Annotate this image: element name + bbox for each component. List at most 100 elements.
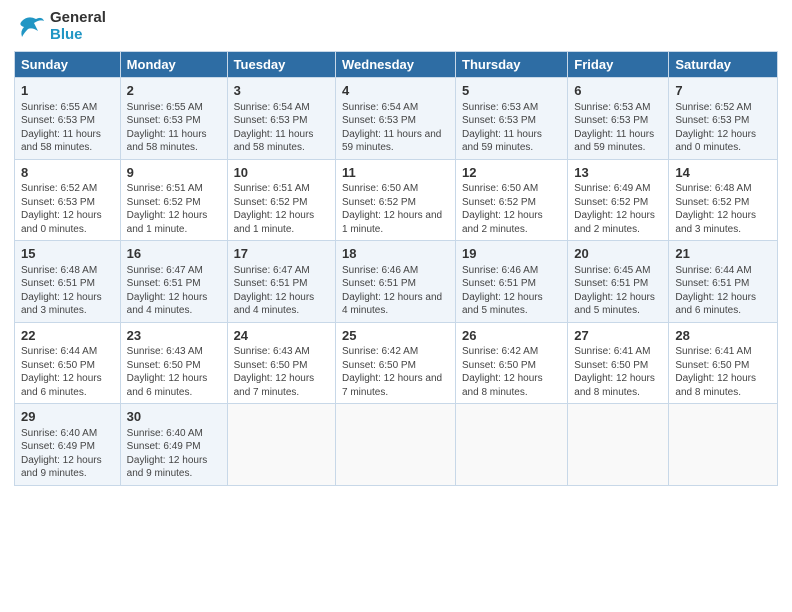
day-info: Sunrise: 6:41 AMSunset: 6:50 PMDaylight:… (574, 345, 662, 399)
calendar-cell: 20Sunrise: 6:45 AMSunset: 6:51 PMDayligh… (568, 241, 669, 323)
day-number: 27 (574, 327, 662, 345)
header: General Blue (14, 10, 778, 43)
day-info: Sunrise: 6:40 AMSunset: 6:49 PMDaylight:… (21, 427, 114, 481)
calendar-cell: 23Sunrise: 6:43 AMSunset: 6:50 PMDayligh… (120, 322, 227, 404)
day-number: 15 (21, 245, 114, 263)
logo-text-general: General (50, 10, 106, 27)
day-info: Sunrise: 6:53 AMSunset: 6:53 PMDaylight:… (462, 101, 561, 155)
day-info: Sunrise: 6:48 AMSunset: 6:52 PMDaylight:… (675, 182, 771, 236)
calendar-cell: 4Sunrise: 6:54 AMSunset: 6:53 PMDaylight… (336, 78, 456, 160)
day-info: Sunrise: 6:44 AMSunset: 6:51 PMDaylight:… (675, 264, 771, 318)
day-info: Sunrise: 6:42 AMSunset: 6:50 PMDaylight:… (462, 345, 561, 399)
day-info: Sunrise: 6:48 AMSunset: 6:51 PMDaylight:… (21, 264, 114, 318)
day-number: 14 (675, 164, 771, 182)
weekday-header: Wednesday (336, 52, 456, 78)
calendar-week-row: 22Sunrise: 6:44 AMSunset: 6:50 PMDayligh… (15, 322, 778, 404)
day-number: 5 (462, 82, 561, 100)
day-number: 25 (342, 327, 449, 345)
day-info: Sunrise: 6:41 AMSunset: 6:50 PMDaylight:… (675, 345, 771, 399)
day-number: 1 (21, 82, 114, 100)
calendar-cell: 26Sunrise: 6:42 AMSunset: 6:50 PMDayligh… (456, 322, 568, 404)
calendar-cell: 17Sunrise: 6:47 AMSunset: 6:51 PMDayligh… (227, 241, 335, 323)
calendar-week-row: 15Sunrise: 6:48 AMSunset: 6:51 PMDayligh… (15, 241, 778, 323)
day-info: Sunrise: 6:50 AMSunset: 6:52 PMDaylight:… (462, 182, 561, 236)
calendar-cell: 25Sunrise: 6:42 AMSunset: 6:50 PMDayligh… (336, 322, 456, 404)
calendar-cell (456, 404, 568, 486)
calendar-cell: 27Sunrise: 6:41 AMSunset: 6:50 PMDayligh… (568, 322, 669, 404)
day-number: 24 (234, 327, 329, 345)
day-number: 21 (675, 245, 771, 263)
calendar-cell (568, 404, 669, 486)
day-info: Sunrise: 6:51 AMSunset: 6:52 PMDaylight:… (234, 182, 329, 236)
page-container: General Blue SundayMondayTuesdayWednesda… (0, 0, 792, 496)
calendar-cell (227, 404, 335, 486)
day-number: 23 (127, 327, 221, 345)
day-number: 17 (234, 245, 329, 263)
day-number: 6 (574, 82, 662, 100)
day-info: Sunrise: 6:55 AMSunset: 6:53 PMDaylight:… (21, 101, 114, 155)
calendar-cell: 8Sunrise: 6:52 AMSunset: 6:53 PMDaylight… (15, 159, 121, 241)
day-number: 2 (127, 82, 221, 100)
calendar-cell: 9Sunrise: 6:51 AMSunset: 6:52 PMDaylight… (120, 159, 227, 241)
day-info: Sunrise: 6:53 AMSunset: 6:53 PMDaylight:… (574, 101, 662, 155)
calendar-cell: 1Sunrise: 6:55 AMSunset: 6:53 PMDaylight… (15, 78, 121, 160)
day-info: Sunrise: 6:52 AMSunset: 6:53 PMDaylight:… (21, 182, 114, 236)
day-number: 20 (574, 245, 662, 263)
calendar-cell: 16Sunrise: 6:47 AMSunset: 6:51 PMDayligh… (120, 241, 227, 323)
day-number: 26 (462, 327, 561, 345)
day-number: 28 (675, 327, 771, 345)
day-info: Sunrise: 6:52 AMSunset: 6:53 PMDaylight:… (675, 101, 771, 155)
weekday-header: Saturday (669, 52, 778, 78)
day-info: Sunrise: 6:40 AMSunset: 6:49 PMDaylight:… (127, 427, 221, 481)
calendar-cell (336, 404, 456, 486)
calendar-table: SundayMondayTuesdayWednesdayThursdayFrid… (14, 51, 778, 486)
calendar-cell: 2Sunrise: 6:55 AMSunset: 6:53 PMDaylight… (120, 78, 227, 160)
day-number: 29 (21, 408, 114, 426)
day-info: Sunrise: 6:47 AMSunset: 6:51 PMDaylight:… (234, 264, 329, 318)
day-number: 16 (127, 245, 221, 263)
calendar-cell: 3Sunrise: 6:54 AMSunset: 6:53 PMDaylight… (227, 78, 335, 160)
day-info: Sunrise: 6:51 AMSunset: 6:52 PMDaylight:… (127, 182, 221, 236)
calendar-cell: 11Sunrise: 6:50 AMSunset: 6:52 PMDayligh… (336, 159, 456, 241)
day-number: 11 (342, 164, 449, 182)
calendar-week-row: 1Sunrise: 6:55 AMSunset: 6:53 PMDaylight… (15, 78, 778, 160)
day-number: 12 (462, 164, 561, 182)
calendar-cell: 28Sunrise: 6:41 AMSunset: 6:50 PMDayligh… (669, 322, 778, 404)
day-info: Sunrise: 6:45 AMSunset: 6:51 PMDaylight:… (574, 264, 662, 318)
calendar-cell: 6Sunrise: 6:53 AMSunset: 6:53 PMDaylight… (568, 78, 669, 160)
day-number: 4 (342, 82, 449, 100)
weekday-header: Sunday (15, 52, 121, 78)
calendar-cell: 5Sunrise: 6:53 AMSunset: 6:53 PMDaylight… (456, 78, 568, 160)
weekday-header: Tuesday (227, 52, 335, 78)
calendar-cell: 30Sunrise: 6:40 AMSunset: 6:49 PMDayligh… (120, 404, 227, 486)
logo-bird-icon (14, 11, 46, 43)
calendar-cell: 7Sunrise: 6:52 AMSunset: 6:53 PMDaylight… (669, 78, 778, 160)
day-info: Sunrise: 6:54 AMSunset: 6:53 PMDaylight:… (234, 101, 329, 155)
day-info: Sunrise: 6:47 AMSunset: 6:51 PMDaylight:… (127, 264, 221, 318)
calendar-week-row: 8Sunrise: 6:52 AMSunset: 6:53 PMDaylight… (15, 159, 778, 241)
day-number: 22 (21, 327, 114, 345)
day-info: Sunrise: 6:49 AMSunset: 6:52 PMDaylight:… (574, 182, 662, 236)
calendar-cell: 24Sunrise: 6:43 AMSunset: 6:50 PMDayligh… (227, 322, 335, 404)
logo: General Blue (14, 10, 106, 43)
day-number: 18 (342, 245, 449, 263)
day-number: 19 (462, 245, 561, 263)
calendar-cell: 13Sunrise: 6:49 AMSunset: 6:52 PMDayligh… (568, 159, 669, 241)
day-number: 30 (127, 408, 221, 426)
day-number: 10 (234, 164, 329, 182)
calendar-cell: 12Sunrise: 6:50 AMSunset: 6:52 PMDayligh… (456, 159, 568, 241)
day-info: Sunrise: 6:55 AMSunset: 6:53 PMDaylight:… (127, 101, 221, 155)
calendar-cell (669, 404, 778, 486)
calendar-cell: 29Sunrise: 6:40 AMSunset: 6:49 PMDayligh… (15, 404, 121, 486)
calendar-header-row: SundayMondayTuesdayWednesdayThursdayFrid… (15, 52, 778, 78)
day-info: Sunrise: 6:54 AMSunset: 6:53 PMDaylight:… (342, 101, 449, 155)
calendar-cell: 21Sunrise: 6:44 AMSunset: 6:51 PMDayligh… (669, 241, 778, 323)
day-info: Sunrise: 6:42 AMSunset: 6:50 PMDaylight:… (342, 345, 449, 399)
day-info: Sunrise: 6:50 AMSunset: 6:52 PMDaylight:… (342, 182, 449, 236)
day-number: 7 (675, 82, 771, 100)
day-number: 8 (21, 164, 114, 182)
day-info: Sunrise: 6:43 AMSunset: 6:50 PMDaylight:… (127, 345, 221, 399)
calendar-cell: 19Sunrise: 6:46 AMSunset: 6:51 PMDayligh… (456, 241, 568, 323)
calendar-cell: 22Sunrise: 6:44 AMSunset: 6:50 PMDayligh… (15, 322, 121, 404)
calendar-cell: 15Sunrise: 6:48 AMSunset: 6:51 PMDayligh… (15, 241, 121, 323)
